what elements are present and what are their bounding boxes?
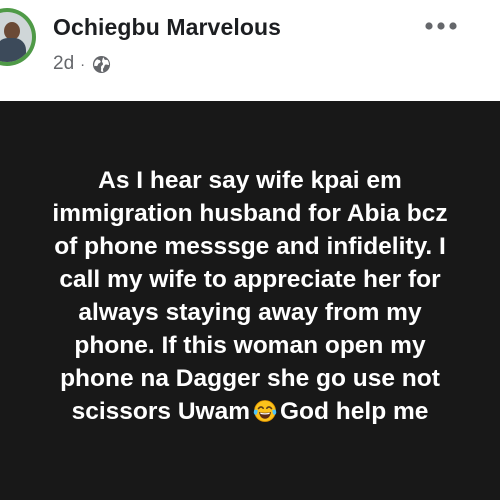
avatar-body (0, 38, 26, 62)
post-text-line: immigration husband for Abia bcz (52, 200, 448, 227)
post-text-line-last: scissors Uwam God help me (0, 395, 500, 428)
post-text-line: phone na Dagger she go use not (60, 365, 440, 392)
globe-icon[interactable] (92, 55, 111, 74)
meta-separator: · (80, 55, 86, 73)
tears-of-joy-emoji-icon (253, 399, 277, 423)
post-text-line: phone. If this woman open my (74, 332, 426, 359)
more-options-icon (425, 22, 457, 30)
post-timestamp[interactable]: 2d (53, 53, 74, 75)
more-options-button[interactable] (421, 14, 461, 38)
avatar[interactable] (0, 8, 36, 66)
post-text-line: call my wife to appreciate her for (59, 266, 441, 293)
post-header: Ochiegbu Marvelous 2d · (0, 0, 500, 101)
author-name[interactable]: Ochiegbu Marvelous (53, 14, 281, 41)
post-body[interactable]: As I hear say wife kpai em immigration h… (0, 101, 500, 500)
post-text-line: of phone messsge and infidelity. I (54, 233, 446, 260)
facebook-post: Ochiegbu Marvelous 2d · As I hear say wi… (0, 0, 500, 500)
post-text: As I hear say wife kpai em immigration h… (0, 164, 500, 428)
post-text-line: always staying away from my (78, 299, 422, 326)
post-text-line: As I hear say wife kpai em (98, 167, 402, 194)
post-meta: 2d · (53, 53, 111, 75)
last-line-end: God help me (280, 398, 429, 425)
last-line-start: scissors Uwam (71, 398, 250, 425)
avatar-photo (0, 12, 32, 62)
